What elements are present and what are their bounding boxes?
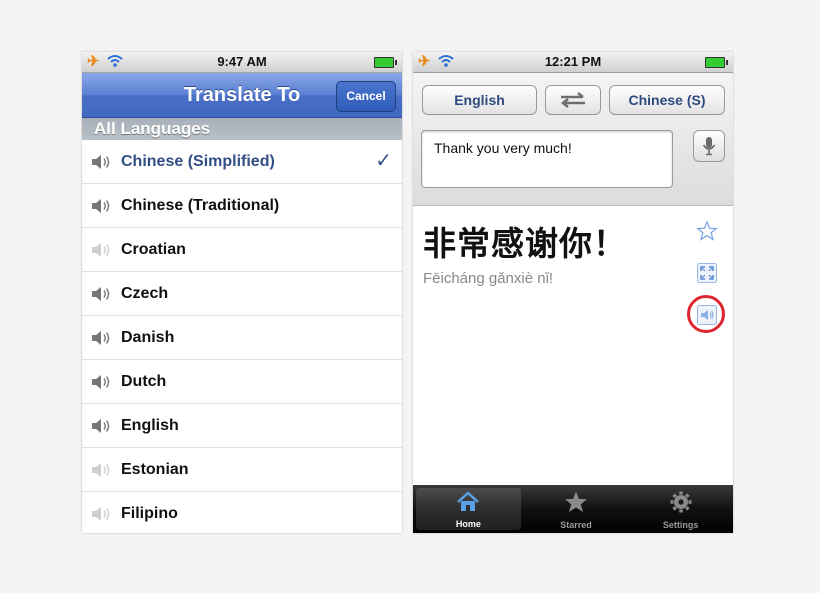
speaker-icon	[92, 242, 110, 257]
tab-label: Settings	[662, 520, 699, 530]
status-time: 12:21 PM	[544, 54, 602, 69]
microphone-icon	[702, 137, 716, 156]
language-name: Estonian	[121, 460, 189, 478]
tab-bar: Home Starred Settings	[413, 485, 733, 533]
input-panel: English Chinese (S) Thank you very much!	[413, 73, 733, 206]
checkmark-icon: ✓	[375, 150, 392, 172]
tab-settings[interactable]: Settings	[628, 485, 733, 533]
nav-bar: Translate To Cancel	[82, 73, 402, 118]
language-row[interactable]: Dutch	[82, 360, 402, 404]
language-row[interactable]: Czech	[82, 272, 402, 316]
speaker-icon	[92, 330, 110, 345]
battery-icon	[374, 57, 397, 68]
language-name: Dutch	[121, 372, 167, 390]
language-name: Croatian	[121, 240, 186, 258]
translate-screen: ✈ 12:21 PM English Chinese (S) Thank you…	[413, 52, 733, 533]
battery-icon	[705, 57, 728, 68]
language-row[interactable]: Croatian	[82, 228, 402, 272]
speaker-icon	[92, 462, 110, 477]
source-text-input[interactable]: Thank you very much!	[421, 130, 673, 188]
translation-text: 非常感谢你！	[423, 224, 627, 263]
target-language-button[interactable]: Chinese (S)	[609, 85, 725, 115]
language-name: Chinese (Simplified)	[121, 152, 275, 170]
section-header: All Languages	[82, 118, 402, 140]
swap-arrows-icon	[560, 92, 585, 108]
language-row[interactable]: Estonian	[82, 448, 402, 492]
language-name: Filipino	[121, 504, 178, 522]
speaker-icon	[92, 506, 110, 521]
status-bar: ✈ 9:47 AM	[82, 52, 402, 73]
language-row[interactable]: Danish	[82, 316, 402, 360]
tab-label: Starred	[560, 520, 592, 530]
gear-icon	[670, 491, 692, 513]
speaker-icon	[92, 374, 110, 389]
language-picker-screen: ✈ 9:47 AM Translate To Cancel All Langua…	[82, 52, 402, 533]
status-time: 9:47 AM	[217, 54, 267, 69]
language-name: Czech	[121, 284, 169, 302]
language-row[interactable]: Chinese (Traditional)	[82, 184, 402, 228]
language-row[interactable]: Chinese (Simplified) ✓	[82, 140, 402, 184]
language-name: English	[121, 416, 179, 434]
star-icon[interactable]	[696, 220, 718, 242]
swap-languages-button[interactable]	[545, 85, 601, 115]
translation-result: 非常感谢你！ Fēicháng gǎnxiè nǐ!	[413, 206, 733, 483]
source-language-button[interactable]: English	[422, 85, 537, 115]
speaker-icon	[92, 286, 110, 301]
pinyin-text: Fēicháng gǎnxiè nǐ!	[423, 270, 554, 287]
fullscreen-icon[interactable]	[696, 262, 718, 284]
tab-label: Home	[455, 519, 481, 529]
language-row[interactable]: English	[82, 404, 402, 448]
highlight-circle	[687, 295, 725, 333]
star-icon	[565, 491, 587, 512]
speaker-icon	[92, 198, 110, 213]
language-name: Chinese (Traditional)	[121, 196, 280, 214]
status-bar: ✈ 12:21 PM	[413, 52, 733, 73]
cancel-button[interactable]: Cancel	[336, 81, 396, 112]
language-list: Chinese (Simplified) ✓ Chinese (Traditiona…	[82, 140, 402, 533]
language-name: Danish	[121, 328, 175, 346]
speaker-icon	[92, 418, 110, 433]
microphone-button[interactable]	[693, 130, 725, 162]
tab-home[interactable]: Home	[416, 488, 521, 530]
language-row[interactable]: Filipino	[82, 492, 402, 533]
home-icon	[457, 491, 480, 511]
speaker-icon	[92, 154, 110, 169]
tab-starred[interactable]: Starred	[524, 485, 629, 533]
